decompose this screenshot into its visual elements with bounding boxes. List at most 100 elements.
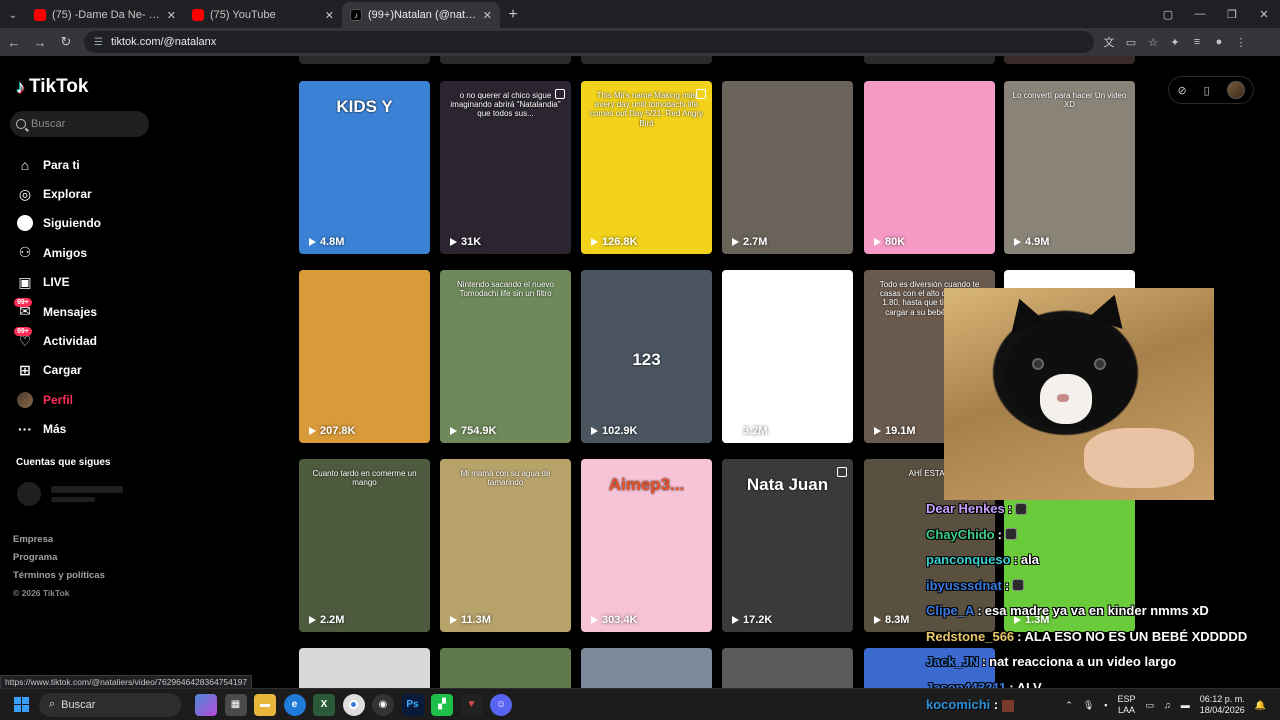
network-icon[interactable]: ▭ [1145, 700, 1154, 711]
taskbar-search[interactable]: ⌕ Buscar [39, 692, 181, 717]
cast-icon[interactable]: ▭ [1120, 31, 1142, 53]
sidebar-item-mensajes[interactable]: ✉ 99+ Mensajes [14, 297, 101, 326]
video-tile[interactable]: o no querer al chico sigue imaginando ab… [440, 81, 571, 254]
activity-badge: 99+ [14, 327, 32, 337]
green-app-icon[interactable]: ▞ [431, 693, 453, 716]
windows-start-icon[interactable] [14, 697, 29, 712]
browser-tab-strip: ⌄ (75) -Dame Da Ne- Baka Mitai ✕ (75) Yo… [0, 0, 1280, 28]
new-tab-button[interactable]: + [500, 2, 526, 28]
skeleton-lines [51, 486, 123, 502]
system-clock[interactable]: 06:12 p. m. 18/04/2026 [1200, 694, 1245, 716]
profile-icon[interactable]: ● [1208, 31, 1230, 53]
minimize-button[interactable]: — [1184, 0, 1216, 28]
browser-tab-3[interactable]: ♪ (99+)Natalan (@natalanx) | TikTok ✕ [342, 2, 500, 28]
video-tile[interactable]: 207.8K [299, 270, 430, 443]
video-tile[interactable]: Nintendo sacando el nuevo Tomodachi life… [440, 270, 571, 443]
footer-link-terminos[interactable]: Términos y políticas [13, 570, 105, 588]
partial-video-tile[interactable] [440, 56, 571, 64]
close-window-button[interactable]: ✕ [1248, 0, 1280, 28]
sidebar-item-perfil[interactable]: Perfil [16, 385, 101, 414]
forward-button[interactable]: → [28, 30, 52, 54]
footer-link-empresa[interactable]: Empresa [13, 534, 105, 552]
stream-chat-overlay: Dear Henkes: ChayChido: panconqueso: ala iby… [926, 496, 1280, 700]
video-tile[interactable]: Lo convertí para hacer Un video XD 4.9M [1004, 81, 1135, 254]
sidebar-item-mas[interactable]: ··· Más [16, 415, 101, 444]
video-tile[interactable]: Mi mamá con su agua de tamarindo 11.3M [440, 459, 571, 632]
discord-icon[interactable]: ☺ [490, 693, 512, 716]
sidebar-item-para-ti[interactable]: ⌂ Para ti [16, 150, 101, 179]
store-icon[interactable]: ▦ [224, 693, 247, 716]
browser-tab-2[interactable]: (75) YouTube ✕ [184, 2, 342, 28]
partial-video-tile[interactable] [722, 648, 853, 688]
bookmark-star-icon[interactable]: ☆ [1142, 31, 1164, 53]
edge-icon[interactable]: e [283, 693, 306, 716]
browser-tab-1[interactable]: (75) -Dame Da Ne- Baka Mitai ✕ [26, 2, 184, 28]
video-tile[interactable]: 123 102.9K [581, 270, 712, 443]
app-icon[interactable]: ▼ [460, 693, 483, 716]
reload-button[interactable]: ↻ [54, 30, 78, 54]
play-icon [732, 427, 739, 435]
excel-icon[interactable]: X [313, 693, 335, 716]
search-input[interactable]: Buscar [10, 111, 149, 137]
video-tile[interactable]: 80K [864, 81, 995, 254]
tray-arrow-icon[interactable]: ⌃ [1065, 700, 1073, 711]
obs-icon[interactable]: ◉ [372, 693, 394, 716]
partial-video-tile[interactable] [299, 648, 430, 688]
partial-video-tile[interactable] [1004, 56, 1135, 64]
video-tile[interactable]: KIDS Y 4.8M [299, 81, 430, 254]
partial-video-tile[interactable] [440, 648, 571, 688]
page-tools: ⊘ ▯ [1168, 76, 1254, 104]
partial-video-tile[interactable] [581, 56, 712, 64]
site-info-icon[interactable]: ☰ [94, 37, 103, 48]
view-count: 2.2M [309, 614, 344, 626]
video-tile[interactable]: Cuanto tardo en comerme un mango 2.2M [299, 459, 430, 632]
address-bar[interactable]: ☰ tiktok.com/@natalanx [84, 31, 1094, 53]
microphone-icon[interactable]: 🎙 [1083, 700, 1094, 711]
play-icon [591, 427, 598, 435]
tiktok-logo[interactable]: ♪ TikTok [16, 76, 88, 98]
file-explorer-icon[interactable]: ▬ [254, 693, 276, 716]
device-icon[interactable]: ▯ [1204, 84, 1210, 97]
copilot-icon[interactable] [195, 693, 217, 716]
reading-list-icon[interactable]: ≡ [1186, 31, 1208, 53]
tab-search-button[interactable]: ⌄ [0, 2, 26, 28]
coin-icon[interactable]: ⊘ [1177, 84, 1186, 97]
back-button[interactable]: ← [2, 30, 26, 54]
volume-icon[interactable]: ♫ [1164, 700, 1171, 710]
chrome-icon[interactable] [342, 693, 365, 716]
footer-link-programa[interactable]: Programa [13, 552, 105, 570]
user-avatar[interactable] [1226, 81, 1245, 99]
video-tile[interactable]: This Mii's name Making miis every day un… [581, 81, 712, 254]
photoshop-icon[interactable]: Ps [401, 693, 424, 716]
sidebar-item-actividad[interactable]: ♡ 99+ Actividad [14, 326, 101, 355]
nav-label: LIVE [43, 275, 70, 290]
video-tile[interactable]: Nata Juan 17.2K [722, 459, 853, 632]
emote-icon [1015, 502, 1028, 515]
partial-video-tile[interactable] [864, 56, 995, 64]
restore-button[interactable]: ❐ [1216, 0, 1248, 28]
sidebar-item-siguiendo[interactable]: Siguiendo [16, 209, 101, 238]
language-indicator[interactable]: ESP LAA [1117, 694, 1135, 716]
video-tile[interactable]: 3.2M [722, 270, 853, 443]
video-tile[interactable]: Aimep3... 303.4K [581, 459, 712, 632]
notifications-icon[interactable]: 🔔 [1255, 700, 1266, 711]
close-tab-icon[interactable]: ✕ [483, 9, 492, 22]
menu-icon[interactable]: ⋮ [1230, 31, 1252, 53]
close-tab-icon[interactable]: ✕ [325, 9, 334, 22]
close-tab-icon[interactable]: ✕ [167, 9, 176, 22]
extensions-list-icon[interactable]: ▢ [1152, 0, 1184, 28]
partial-video-tile[interactable] [299, 56, 430, 64]
partial-video-tile[interactable] [581, 648, 712, 688]
sidebar-item-explorar[interactable]: ◎ Explorar [16, 179, 101, 208]
video-tile[interactable]: 2.7M [722, 81, 853, 254]
extensions-icon[interactable]: ✦ [1164, 31, 1186, 53]
nav-label: Mensajes [43, 304, 98, 319]
upload-icon: ⊞ [19, 361, 31, 378]
tiktok-note-icon: ♪ [16, 76, 25, 97]
tray-app-icon[interactable]: ▪ [1104, 700, 1107, 710]
battery-icon[interactable]: ▬ [1181, 700, 1190, 710]
sidebar-item-live[interactable]: ▣ LIVE [16, 268, 101, 297]
sidebar-item-cargar[interactable]: ⊞ Cargar [16, 356, 101, 385]
translate-icon[interactable]: 文 [1098, 31, 1120, 53]
sidebar-item-amigos[interactable]: ⚇ Amigos [16, 238, 101, 267]
